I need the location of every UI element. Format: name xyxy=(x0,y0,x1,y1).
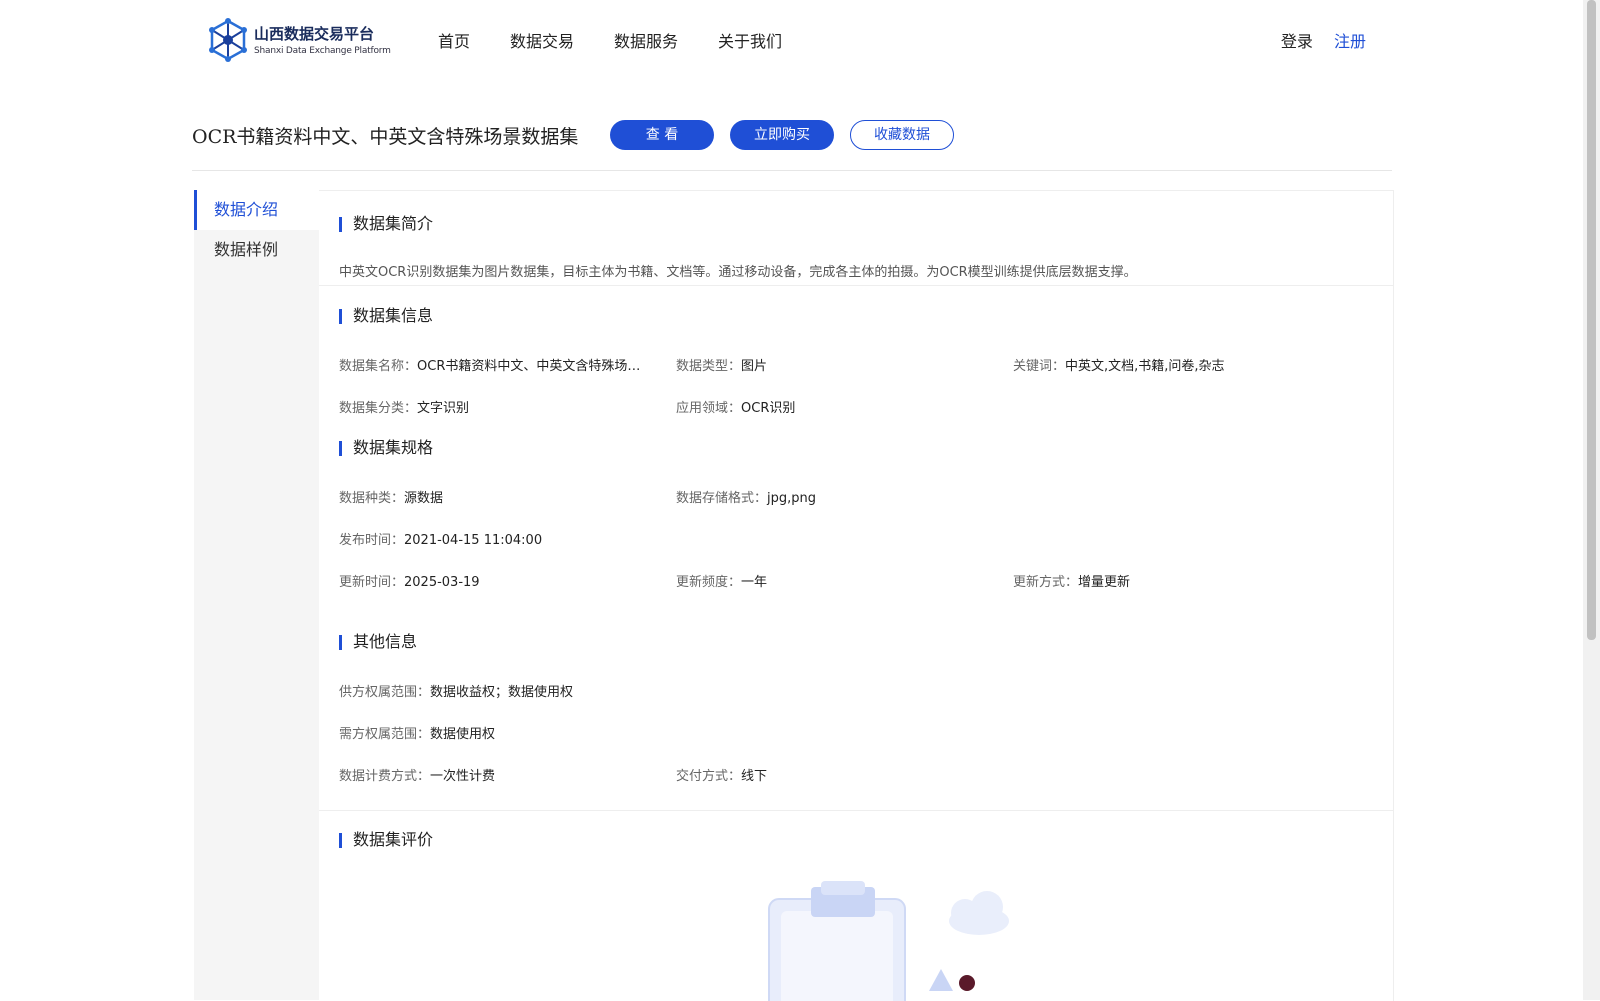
page-scrollbar[interactable] xyxy=(1583,0,1600,1000)
hexagon-network-logo-icon xyxy=(209,18,247,62)
sidebar-item-intro[interactable]: 数据介绍 xyxy=(194,190,319,230)
login-link[interactable]: 登录 xyxy=(1281,32,1313,51)
field-data-kind: 数据种类：源数据 xyxy=(339,491,444,506)
field-domain: 应用领域：OCR识别 xyxy=(676,401,796,416)
favorite-button[interactable]: 收藏数据 xyxy=(850,120,954,150)
section-title-other: 其他信息 xyxy=(339,633,417,651)
divider xyxy=(319,285,1393,286)
logo-title: 山西数据交易平台 xyxy=(254,24,375,43)
sidebar-item-samples[interactable]: 数据样例 xyxy=(194,230,319,270)
field-supplier-rights: 供方权属范围：数据收益权；数据使用权 xyxy=(339,685,574,700)
dataset-name-value: OCR书籍资料中文、中英文含特殊场景数据集 xyxy=(417,359,649,374)
logo[interactable]: 山西数据交易平台 Shanxi Data Exchange Platform xyxy=(208,18,391,62)
field-billing-method: 数据计费方式：一次性计费 xyxy=(339,769,496,784)
product-header: OCR书籍资料中文、中英文含特殊场景数据集 查 看 立即购买 收藏数据 xyxy=(192,118,1392,171)
field-data-type: 数据类型：图片 xyxy=(676,359,768,374)
field-update-mode: 更新方式：增量更新 xyxy=(1013,575,1131,590)
field-buyer-rights: 需方权属范围：数据使用权 xyxy=(339,727,496,742)
section-title-info: 数据集信息 xyxy=(339,307,433,325)
sidebar: 数据介绍 数据样例 xyxy=(194,190,319,1000)
view-button[interactable]: 查 看 xyxy=(610,120,714,150)
nav-data-service[interactable]: 数据服务 xyxy=(614,28,678,52)
logo-subtitle: Shanxi Data Exchange Platform xyxy=(254,45,391,56)
divider xyxy=(319,810,1393,811)
nav-data-trade[interactable]: 数据交易 xyxy=(510,28,574,52)
section-title-intro: 数据集简介 xyxy=(339,215,433,233)
field-update-time: 更新时间：2025-03-19 xyxy=(339,575,480,590)
page-title: OCR书籍资料中文、中英文含特殊场景数据集 xyxy=(192,126,579,148)
register-link[interactable]: 注册 xyxy=(1334,32,1366,51)
field-publish-time: 发布时间：2021-04-15 11:04:00 xyxy=(339,533,543,548)
main-nav: 首页 数据交易 数据服务 关于我们 xyxy=(438,28,822,52)
nav-home[interactable]: 首页 xyxy=(438,28,470,52)
empty-clipboard-illustration-icon xyxy=(768,881,1009,1001)
section-title-spec: 数据集规格 xyxy=(339,439,433,457)
auth-links: 登录 注册 xyxy=(1281,28,1366,52)
nav-about[interactable]: 关于我们 xyxy=(718,28,782,52)
buy-now-button[interactable]: 立即购买 xyxy=(730,120,834,150)
field-category: 数据集分类：文字识别 xyxy=(339,401,470,416)
header: 山西数据交易平台 Shanxi Data Exchange Platform 首… xyxy=(0,0,1568,80)
field-delivery-method: 交付方式：线下 xyxy=(676,769,768,784)
field-dataset-name: 数据集名称：OCR书籍资料中文、中英文含特殊场景数据集 xyxy=(339,355,649,374)
field-storage-format: 数据存储格式：jpg,png xyxy=(676,491,817,506)
scrollbar-thumb[interactable] xyxy=(1587,0,1596,640)
field-keywords: 关键词：中英文,文档,书籍,问卷,杂志 xyxy=(1013,359,1225,374)
intro-text: 中英文OCR识别数据集为图片数据集，目标主体为书籍、文档等。通过移动设备，完成各… xyxy=(339,265,1137,280)
main-content: 数据集简介 中英文OCR识别数据集为图片数据集，目标主体为书籍、文档等。通过移动… xyxy=(319,190,1394,1001)
section-title-review: 数据集评价 xyxy=(339,831,433,849)
field-update-frequency: 更新频度：一年 xyxy=(676,575,768,590)
